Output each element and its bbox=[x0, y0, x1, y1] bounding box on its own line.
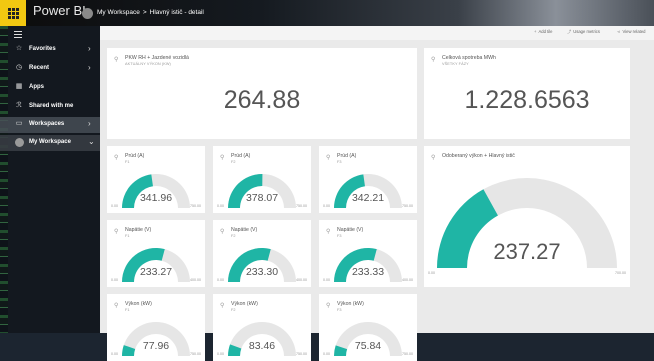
hamburger-icon[interactable] bbox=[14, 31, 22, 38]
gauge-value: 237.27 bbox=[493, 239, 561, 264]
tile-subtitle: AKTUÁLNY VÝKON (KW) bbox=[125, 62, 171, 66]
chevron-down-icon: ⌄ bbox=[88, 137, 95, 146]
usage-metrics-button[interactable]: ⤴ Usage metrics bbox=[567, 29, 600, 35]
chevron-right-icon: › bbox=[88, 44, 91, 53]
gauge-tile[interactable]: ⚲ Napätie (V) F3 233.33 0.00 400.00 bbox=[319, 220, 417, 287]
gauge-min-label: 0.00 bbox=[428, 271, 435, 275]
app-name: Power BI bbox=[33, 3, 86, 18]
sidebar-item-favorites[interactable]: ☆ Favorites › bbox=[0, 42, 100, 58]
gauge-max-label: 750.00 bbox=[296, 352, 307, 356]
gauge-max-label: 750.00 bbox=[296, 204, 307, 208]
plus-icon: + bbox=[534, 29, 537, 34]
view-related-button[interactable]: ⋖ View related bbox=[617, 29, 645, 34]
card-tile-power[interactable]: ⚲ PKW RH + Jazdené vozidlá AKTUÁLNY VÝKO… bbox=[107, 48, 417, 139]
tile-title: Celková spotreba MWh bbox=[442, 55, 496, 61]
sidebar: ☆ Favorites › ◷ Recent › ▦ Apps ℛ Shared… bbox=[0, 26, 100, 333]
chart-icon: ⤴ bbox=[567, 29, 572, 34]
avatar bbox=[15, 138, 24, 147]
gauge-chart bbox=[437, 178, 617, 268]
gauge-tile[interactable]: ⚲ Prúd (A) F1 341.96 0.00 750.00 bbox=[107, 146, 205, 213]
gauge-tile[interactable]: ⚲ Výkon (kW) F3 75.84 0.00 750.00 bbox=[319, 294, 417, 361]
gauge-value: 83.46 bbox=[248, 340, 276, 352]
gauge-tile[interactable]: ⚲ Napätie (V) F1 233.27 0.00 400.00 bbox=[107, 220, 205, 287]
breadcrumb-separator: > bbox=[142, 9, 147, 16]
gauge-tile[interactable]: ⚲ Prúd (A) F2 378.07 0.00 750.00 bbox=[213, 146, 311, 213]
gauge-min-label: 0.00 bbox=[111, 204, 118, 208]
gauge-value: 378.07 bbox=[245, 192, 279, 204]
gauge-min-label: 0.00 bbox=[323, 352, 330, 356]
gauge-value: 77.96 bbox=[142, 340, 170, 352]
pin-icon: ⚲ bbox=[431, 57, 436, 63]
sidebar-item-label: My Workspace bbox=[29, 139, 71, 145]
sidebar-item-label: Apps bbox=[29, 84, 44, 90]
gauge-max-label: 750.00 bbox=[190, 204, 201, 208]
usage-metrics-label: Usage metrics bbox=[573, 29, 600, 34]
shared-icon: ℛ bbox=[16, 102, 22, 109]
gauge-min-label: 0.00 bbox=[323, 204, 330, 208]
tile-title: PKW RH + Jazdené vozidlá bbox=[125, 55, 189, 61]
pin-icon: ⚲ bbox=[114, 57, 119, 63]
add-tile-label: Add tile bbox=[538, 29, 553, 34]
gauge-tile[interactable]: ⚲ Prúd (A) F3 342.21 0.00 750.00 bbox=[319, 146, 417, 213]
gauge-tile[interactable]: ⚲ Výkon (kW) F1 77.96 0.00 750.00 bbox=[107, 294, 205, 361]
tile-subtitle: VŠETKY FÁZY bbox=[442, 62, 469, 66]
action-bar: + Add tile ⤴ Usage metrics ⋖ View related bbox=[100, 26, 654, 40]
workspaces-icon: ▭ bbox=[15, 120, 23, 127]
gauge-tile[interactable]: ⚲ Výkon (kW) F2 83.46 0.00 750.00 bbox=[213, 294, 311, 361]
related-icon: ⋖ bbox=[617, 29, 621, 34]
sidebar-item-label: Recent bbox=[29, 65, 50, 71]
chevron-right-icon: › bbox=[88, 119, 91, 128]
sidebar-item-label: Favorites bbox=[29, 46, 56, 52]
sidebar-item-workspaces[interactable]: ▭ Workspaces › bbox=[0, 117, 100, 133]
gauge-max-label: 400.00 bbox=[190, 278, 201, 282]
gauge-min-label: 0.00 bbox=[217, 204, 224, 208]
view-related-label: View related bbox=[622, 29, 646, 34]
sidebar-item-apps[interactable]: ▦ Apps bbox=[0, 80, 100, 96]
top-bar: Power BI My Workspace > Hlavný istič - det… bbox=[0, 0, 654, 26]
workspace-avatar bbox=[82, 8, 93, 19]
gauge-max-label: 750.00 bbox=[190, 352, 201, 356]
breadcrumb-page: Hlavný istič - detail bbox=[149, 9, 204, 16]
breadcrumb-workspace[interactable]: My Workspace bbox=[97, 9, 140, 16]
big-gauge-tile[interactable]: ⚲ Odoberaný výkon + Hlavný istič 237.27 … bbox=[424, 146, 630, 287]
sidebar-item-label: Workspaces bbox=[29, 121, 65, 127]
apps-icon: ▦ bbox=[15, 83, 23, 90]
gauge-max-label: 400.00 bbox=[296, 278, 307, 282]
add-tile-button[interactable]: + Add tile bbox=[534, 29, 552, 34]
gauge-max-label: 750.00 bbox=[402, 204, 413, 208]
gauge-max-label: 700.00 bbox=[615, 271, 626, 275]
gauge-min-label: 0.00 bbox=[217, 352, 224, 356]
gauge-min-label: 0.00 bbox=[323, 278, 330, 282]
gauge-value: 341.96 bbox=[139, 192, 173, 204]
app-launcher-icon[interactable] bbox=[0, 0, 26, 26]
gauge-min-label: 0.00 bbox=[111, 278, 118, 282]
gauge-value: 75.84 bbox=[354, 340, 382, 352]
gauge-min-label: 0.00 bbox=[217, 278, 224, 282]
sidebar-item-label: Shared with me bbox=[29, 103, 74, 109]
card-value: 1.228.6563 bbox=[464, 86, 590, 114]
gauge-min-label: 0.00 bbox=[111, 352, 118, 356]
clock-icon: ◷ bbox=[15, 64, 23, 71]
card-value: 264.88 bbox=[223, 86, 301, 114]
sidebar-item-shared[interactable]: ℛ Shared with me bbox=[0, 99, 100, 115]
dashboard-canvas: + Add tile ⤴ Usage metrics ⋖ View related ⚲… bbox=[100, 26, 654, 361]
gauge-value: 342.21 bbox=[351, 192, 385, 204]
gauge-max-label: 400.00 bbox=[402, 278, 413, 282]
gauge-max-label: 750.00 bbox=[402, 352, 413, 356]
gauge-value: 233.30 bbox=[245, 266, 279, 278]
sidebar-item-my-workspace[interactable]: My Workspace ⌄ bbox=[0, 135, 100, 151]
chevron-right-icon: › bbox=[88, 63, 91, 72]
gauge-value: 233.33 bbox=[351, 266, 385, 278]
gauge-value: 233.27 bbox=[139, 266, 173, 278]
breadcrumb: My Workspace > Hlavný istič - detail bbox=[97, 9, 204, 16]
sidebar-item-recent[interactable]: ◷ Recent › bbox=[0, 61, 100, 77]
star-icon: ☆ bbox=[15, 45, 23, 52]
gauge-tile[interactable]: ⚲ Napätie (V) F2 233.30 0.00 400.00 bbox=[213, 220, 311, 287]
card-tile-consumption[interactable]: ⚲ Celková spotreba MWh VŠETKY FÁZY 1.228… bbox=[424, 48, 630, 139]
